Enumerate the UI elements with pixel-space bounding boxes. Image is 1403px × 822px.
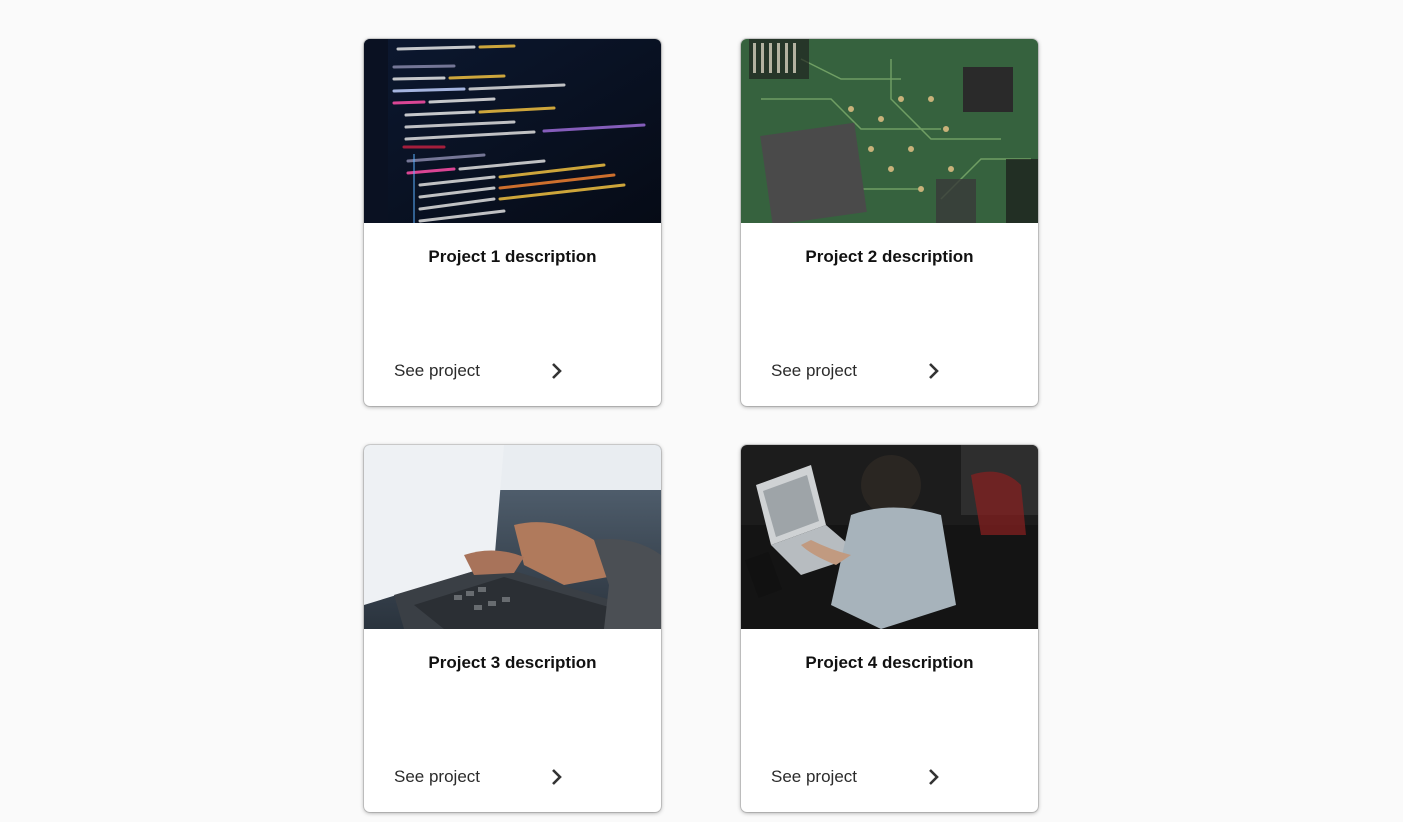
chevron-right-icon xyxy=(927,768,941,786)
see-project-label: See project xyxy=(771,361,857,380)
project-title: Project 4 description xyxy=(805,653,974,672)
see-project-label: See project xyxy=(394,767,480,786)
project-grid: Project 1 description See project Projec… xyxy=(364,39,1039,812)
chevron-right-icon xyxy=(550,362,564,380)
project-card: Project 3 description See project xyxy=(364,445,661,812)
project-image-person-laptop xyxy=(741,445,1038,629)
project-title: Project 3 description xyxy=(428,653,597,672)
project-title: Project 1 description xyxy=(428,247,597,266)
chevron-right-icon xyxy=(927,362,941,380)
project-title: Project 2 description xyxy=(805,247,974,266)
project-card: Project 2 description See project xyxy=(741,39,1038,406)
project-image-circuit xyxy=(741,39,1038,223)
project-card: Project 4 description See project xyxy=(741,445,1038,812)
see-project-link[interactable]: See project xyxy=(394,359,564,383)
see-project-label: See project xyxy=(394,361,480,380)
chevron-right-icon xyxy=(550,768,564,786)
see-project-link[interactable]: See project xyxy=(771,765,941,789)
project-image-code xyxy=(364,39,661,223)
see-project-link[interactable]: See project xyxy=(771,359,941,383)
see-project-link[interactable]: See project xyxy=(394,765,564,789)
project-image-laptop xyxy=(364,445,661,629)
project-card: Project 1 description See project xyxy=(364,39,661,406)
see-project-label: See project xyxy=(771,767,857,786)
